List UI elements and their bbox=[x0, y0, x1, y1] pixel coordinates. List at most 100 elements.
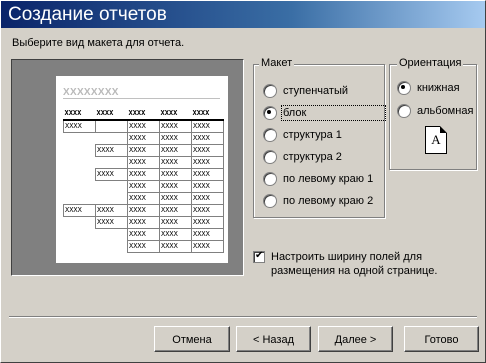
preview-cell: XXXX bbox=[159, 192, 192, 205]
preview-cell: XXXX bbox=[95, 168, 128, 181]
radio-label: по левому краю 1 bbox=[283, 173, 374, 185]
table-row: XXXX XXXX XXXX XXXX bbox=[64, 168, 224, 181]
table-row: XXXX XXXX XXXX bbox=[64, 132, 224, 145]
radio-button[interactable] bbox=[397, 104, 411, 118]
orientation-group-label: Ориентация bbox=[397, 57, 464, 69]
preview-cell bbox=[64, 181, 96, 193]
table-row: XXXX XXXX XXXX bbox=[64, 240, 224, 253]
preview-cell: XXXX bbox=[191, 192, 224, 205]
preview-cell: XXXX bbox=[159, 240, 192, 253]
radio-button[interactable] bbox=[263, 150, 277, 164]
radio-align-left-1[interactable]: по левому краю 1 bbox=[263, 171, 373, 187]
preview-cell: XXXX bbox=[159, 204, 192, 217]
back-button[interactable]: < Назад bbox=[236, 326, 311, 352]
portrait-page-icon: A bbox=[425, 126, 447, 154]
preview-rule bbox=[63, 98, 220, 99]
preview-cell: XXXX bbox=[127, 156, 160, 169]
preview-cell: XXXX bbox=[127, 192, 160, 205]
preview-header-cell: XXXX bbox=[127, 108, 160, 121]
preview-cell: XXXX bbox=[191, 156, 224, 169]
preview-cell: XXXX bbox=[159, 144, 192, 157]
radio-label: структура 1 bbox=[283, 129, 342, 141]
table-row: XXXX XXXX XXXX XXXX bbox=[64, 144, 224, 157]
preview-cell: XXXX bbox=[191, 204, 224, 217]
button-separator bbox=[9, 316, 477, 318]
finish-button[interactable]: Готово bbox=[404, 326, 479, 352]
preview-cell bbox=[64, 241, 96, 253]
radio-align-left-2[interactable]: по левому краю 2 bbox=[263, 193, 373, 209]
radio-landscape[interactable]: альбомная bbox=[397, 103, 473, 119]
radio-label: блок bbox=[280, 105, 387, 121]
radio-outline-2[interactable]: структура 2 bbox=[263, 149, 342, 165]
table-row: XXXX XXXX XXXX XXXX bbox=[64, 216, 224, 229]
preview-cell: XXXX bbox=[127, 180, 160, 193]
preview-cell bbox=[95, 119, 128, 133]
radio-portrait[interactable]: книжная bbox=[397, 80, 460, 96]
table-row: XXXX XXXX XXXX XXXX bbox=[63, 119, 224, 133]
radio-label: альбомная bbox=[417, 105, 474, 117]
preview-cell: XXXX bbox=[191, 144, 224, 157]
preview-cell bbox=[64, 229, 96, 241]
table-row: XXXX XXXX XXXX bbox=[64, 192, 224, 205]
preview-cell: XXXX bbox=[191, 228, 224, 241]
layout-group-label: Макет bbox=[259, 57, 295, 69]
radio-label: структура 2 bbox=[283, 151, 342, 163]
table-row: XXXX XXXX XXXX bbox=[64, 228, 224, 241]
preview-header-cell: XXXX bbox=[191, 108, 224, 121]
table-row: XXXX XXXX XXXX bbox=[64, 180, 224, 193]
preview-cell: XXXX bbox=[127, 144, 160, 157]
fit-width-checkbox[interactable] bbox=[253, 250, 265, 263]
preview-cell: XXXX bbox=[191, 240, 224, 253]
radio-button[interactable] bbox=[397, 81, 411, 95]
preview-cell: XXXX bbox=[95, 144, 128, 157]
preview-cell: XXXX bbox=[95, 204, 128, 217]
preview-cell bbox=[96, 241, 128, 253]
layout-preview: XXXXXXXX XXXX XXXX XXXX XXXX XXXX XXXX XX… bbox=[11, 59, 244, 276]
radio-block[interactable]: блок bbox=[263, 105, 387, 121]
preview-cell bbox=[64, 169, 96, 181]
preview-cell: XXXX bbox=[127, 228, 160, 241]
next-button[interactable]: Далее > bbox=[318, 326, 393, 352]
preview-cell: XXXX bbox=[95, 216, 128, 229]
preview-cell: XXXX bbox=[191, 216, 224, 229]
radio-button[interactable] bbox=[263, 84, 277, 98]
radio-button[interactable] bbox=[263, 194, 277, 208]
radio-button[interactable] bbox=[263, 172, 277, 186]
cancel-button[interactable]: Отмена bbox=[154, 326, 230, 352]
table-row: XXXX XXXX XXXX bbox=[64, 156, 224, 169]
preview-page: XXXXXXXX XXXX XXXX XXXX XXXX XXXX XXXX XX… bbox=[56, 76, 228, 263]
radio-outline-1[interactable]: структура 1 bbox=[263, 127, 342, 143]
preview-header-cell: XXXX bbox=[63, 108, 96, 121]
radio-label: по левому краю 2 bbox=[283, 195, 374, 207]
fit-width-option[interactable]: Настроить ширину полей для размещения на… bbox=[253, 250, 461, 278]
report-wizard-window: Создание отчетов Выберите вид макета для… bbox=[0, 0, 486, 363]
preview-cell: XXXX bbox=[127, 204, 160, 217]
preview-table: XXXX XXXX XXXX XXXX XXXX XXXX XXXX XXXX XXX… bbox=[63, 108, 224, 253]
preview-cell bbox=[64, 145, 96, 157]
preview-cell: XXXX bbox=[127, 132, 160, 145]
preview-title: XXXXXXXX bbox=[63, 87, 119, 98]
preview-cell: XXXX bbox=[159, 132, 192, 145]
preview-header-row: XXXX XXXX XXXX XXXX XXXX bbox=[63, 108, 224, 121]
preview-cell: XXXX bbox=[127, 119, 160, 133]
radio-stepped[interactable]: ступенчатый bbox=[263, 83, 348, 99]
preview-cell: XXXX bbox=[159, 216, 192, 229]
instruction-text: Выберите вид макета для отчета. bbox=[12, 37, 185, 49]
window-title: Создание отчетов bbox=[1, 1, 485, 28]
preview-cell bbox=[96, 193, 128, 205]
preview-cell bbox=[96, 157, 128, 169]
preview-cell: XXXX bbox=[191, 119, 224, 133]
radio-button[interactable] bbox=[263, 106, 277, 120]
radio-label: книжная bbox=[417, 82, 460, 94]
preview-cell: XXXX bbox=[63, 119, 96, 133]
preview-cell: XXXX bbox=[191, 180, 224, 193]
preview-cell bbox=[96, 229, 128, 241]
preview-cell: XXXX bbox=[191, 132, 224, 145]
preview-cell: XXXX bbox=[159, 228, 192, 241]
preview-cell: XXXX bbox=[191, 168, 224, 181]
preview-cell bbox=[64, 133, 96, 145]
preview-cell: XXXX bbox=[127, 216, 160, 229]
radio-button[interactable] bbox=[263, 128, 277, 142]
preview-cell: XXXX bbox=[159, 119, 192, 133]
preview-cell bbox=[96, 181, 128, 193]
